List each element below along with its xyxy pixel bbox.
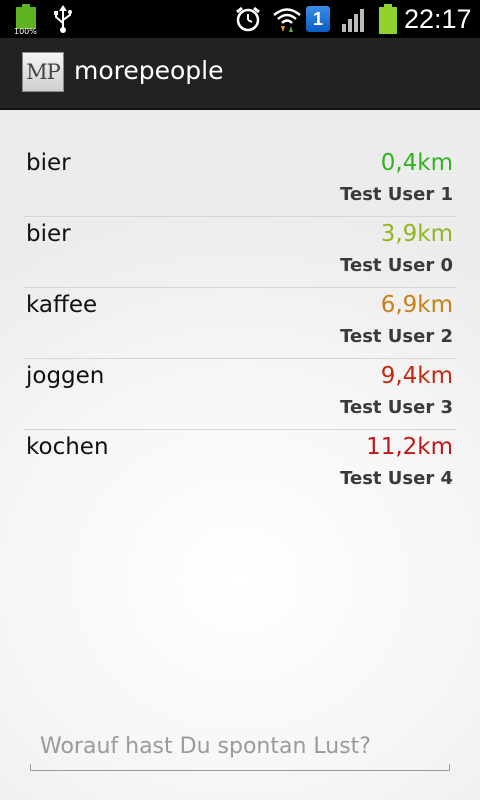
battery-percent-label: 100% <box>14 27 37 36</box>
activity-list: bier 0,4km Test User 1 bier 3,9km Test U… <box>24 146 456 500</box>
activity-user: Test User 3 <box>340 397 453 418</box>
activity-distance: 6,9km <box>380 292 453 318</box>
wifi-icon <box>273 8 301 32</box>
app-logo[interactable]: MP <box>22 52 64 92</box>
activity-distance: 0,4km <box>380 150 453 176</box>
activity-name: bier <box>26 221 71 247</box>
list-item[interactable]: bier 3,9km Test User 0 <box>24 217 456 288</box>
activity-name: kochen <box>26 434 109 460</box>
activity-user: Test User 2 <box>340 326 453 347</box>
activity-user: Test User 0 <box>340 255 453 276</box>
activity-distance: 3,9km <box>380 221 453 247</box>
action-bar: MP morepeople <box>0 38 480 110</box>
status-clock: 22:17 <box>404 4 472 34</box>
activity-input-wrapper <box>30 722 450 771</box>
status-bar: 100% 1 22:17 <box>0 0 480 38</box>
alarm-icon <box>236 6 260 32</box>
activity-name: kaffee <box>26 292 98 318</box>
usb-icon <box>54 5 72 33</box>
app-title: morepeople <box>74 56 224 85</box>
activity-input[interactable] <box>40 728 440 764</box>
list-item[interactable]: kochen 11,2km Test User 4 <box>24 430 456 500</box>
list-item[interactable]: kaffee 6,9km Test User 2 <box>24 288 456 359</box>
activity-user: Test User 4 <box>340 468 453 489</box>
list-item[interactable]: joggen 9,4km Test User 3 <box>24 359 456 430</box>
activity-name: joggen <box>26 363 105 389</box>
activity-distance: 11,2km <box>366 434 453 460</box>
activity-distance: 9,4km <box>380 363 453 389</box>
signal-icon <box>342 9 364 32</box>
activity-name: bier <box>26 150 71 176</box>
battery-icon <box>378 4 398 34</box>
notification-badge-icon: 1 <box>306 6 330 32</box>
main-content: bier 0,4km Test User 1 bier 3,9km Test U… <box>0 110 480 800</box>
activity-user: Test User 1 <box>340 184 453 205</box>
list-item[interactable]: bier 0,4km Test User 1 <box>24 146 456 217</box>
battery-icon: 100% <box>14 4 38 36</box>
